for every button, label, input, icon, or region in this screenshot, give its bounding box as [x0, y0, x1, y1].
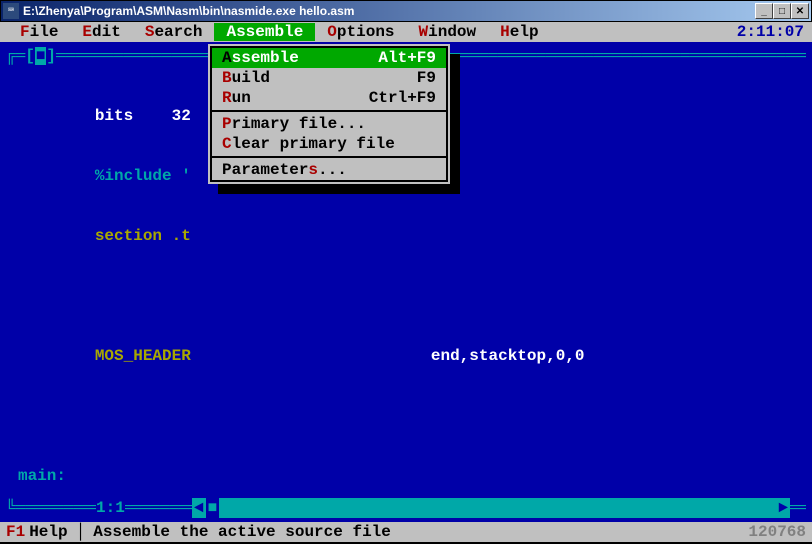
dropdown-shadow [450, 54, 460, 194]
app-icon: ⌨ [3, 3, 19, 19]
menu-options[interactable]: Options [315, 23, 406, 41]
dd-assemble[interactable]: Assemble Alt+F9 [212, 48, 446, 68]
horizontal-scrollbar[interactable]: ◄■ ► [192, 498, 790, 518]
status-bar: F1 Help │ Assemble the active source fil… [0, 522, 812, 542]
status-hint: Assemble the active source file [93, 523, 391, 541]
minimize-button[interactable]: _ [755, 3, 773, 19]
status-memory: 120768 [748, 523, 806, 541]
code-text: %include ' [95, 167, 191, 185]
status-separator: │ [76, 523, 86, 541]
dd-primary-file[interactable]: Primary file... [212, 114, 446, 134]
dd-clear-primary[interactable]: Clear primary file [212, 134, 446, 154]
scroll-right-icon[interactable]: ► [776, 498, 790, 518]
menu-help[interactable]: Help [488, 23, 550, 41]
dropdown-separator [212, 110, 446, 112]
editor-area[interactable]: ╔═[■]═══════════════════════════════════… [0, 42, 812, 522]
scroll-left-icon[interactable]: ◄ [192, 498, 206, 518]
code-text: MOS_HEADER [95, 347, 191, 365]
cursor-position: 1:1 [96, 498, 125, 518]
window-title: E:\Zhenya\Program\ASM\Nasm\bin\nasmide.e… [23, 4, 755, 18]
clock: 2:11:07 [737, 23, 804, 41]
dd-build[interactable]: Build F9 [212, 68, 446, 88]
status-help-label[interactable]: Help [29, 523, 67, 541]
status-f1-key[interactable]: F1 [6, 523, 25, 541]
menu-edit[interactable]: Edit [70, 23, 132, 41]
menu-search[interactable]: Search [133, 23, 215, 41]
dropdown-shadow [218, 184, 460, 194]
code-text: end,stacktop,0,0 [431, 347, 585, 365]
menu-file[interactable]: File [8, 23, 70, 41]
maximize-button[interactable]: □ [773, 3, 791, 19]
window-titlebar: ⌨ E:\Zhenya\Program\ASM\Nasm\bin\nasmide… [0, 0, 812, 22]
dd-run[interactable]: Run Ctrl+F9 [212, 88, 446, 108]
scroll-thumb[interactable]: ■ [206, 498, 220, 518]
dd-parameters[interactable]: Parameters... [212, 160, 446, 180]
assemble-dropdown: Assemble Alt+F9 Build F9 Run Ctrl+F9 Pri… [208, 44, 450, 184]
window-buttons: _ □ ✕ [755, 3, 809, 19]
dropdown-separator [212, 156, 446, 158]
menu-assemble[interactable]: Assemble [214, 23, 315, 41]
close-button[interactable]: ✕ [791, 3, 809, 19]
menu-window[interactable]: Window [407, 23, 489, 41]
code-label: main: [18, 467, 66, 485]
code-text: bits 32 [95, 107, 191, 125]
menu-bar: File Edit Search Assemble Options Window… [0, 22, 812, 42]
code-text: section .t [95, 227, 191, 245]
